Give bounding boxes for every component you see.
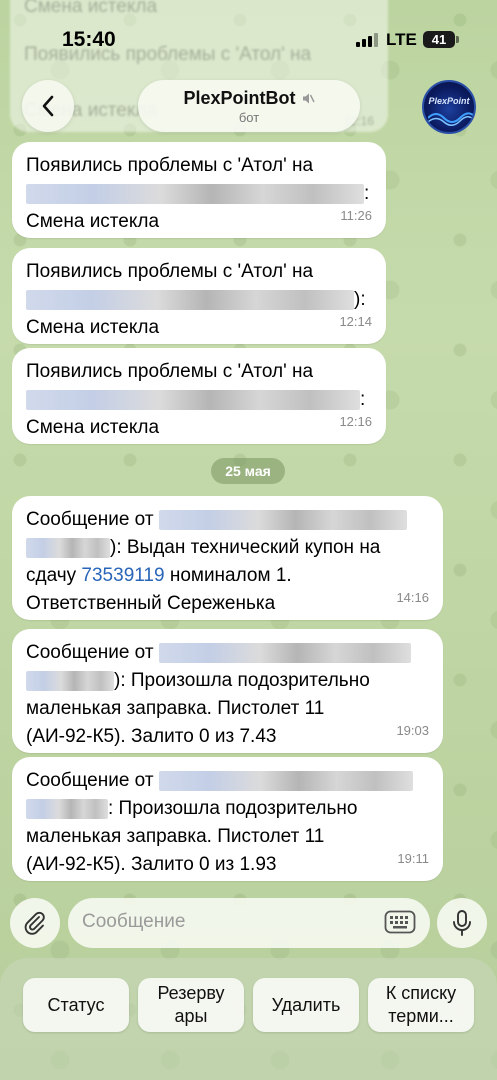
coupon-link[interactable]: 73539119	[81, 565, 164, 586]
battery-icon: 41	[423, 31, 455, 48]
message-time: 19:03	[396, 723, 429, 738]
bot-keyboard-icon[interactable]	[384, 910, 416, 934]
back-button[interactable]	[22, 80, 74, 132]
redacted-text	[26, 289, 354, 310]
message-bubble[interactable]: Появились проблемы с 'Атол' на : Смена и…	[12, 348, 386, 444]
message-time: 11:26	[340, 208, 372, 223]
message-bubble[interactable]: Появились проблемы с 'Атол' на : Смена и…	[12, 142, 386, 238]
redacted-text	[26, 537, 110, 558]
chevron-left-icon	[42, 95, 54, 117]
message-time: 12:16	[339, 414, 372, 429]
status-bar: 15:40 LTE 41	[0, 0, 497, 60]
message-bubble[interactable]: Сообщение от ): Произошла подозрительно …	[12, 629, 443, 753]
message-bubble[interactable]: Появились проблемы с 'Атол' на ): Смена …	[12, 248, 386, 344]
message-bubble[interactable]: Сообщение от : Произошла подозрительно м…	[12, 757, 443, 881]
message-time: 14:16	[396, 590, 429, 605]
kb-button-status[interactable]: Статус	[23, 978, 129, 1032]
kb-button-terminal-list[interactable]: К списку терми...	[368, 978, 474, 1032]
bot-reply-keyboard: Статус Резерву ары Удалить К списку терм…	[0, 958, 497, 1080]
kb-button-delete[interactable]: Удалить	[253, 978, 359, 1032]
redacted-text	[26, 389, 360, 410]
signal-icon	[356, 33, 378, 47]
chat-subtitle: бот	[238, 110, 260, 125]
redacted-text	[158, 642, 411, 663]
wave-logo-icon	[428, 112, 474, 126]
attach-button[interactable]	[10, 898, 60, 948]
bot-name: PlexPointBot	[183, 88, 296, 108]
network-type: LTE	[386, 30, 417, 49]
date-separator: 25 мая	[211, 458, 285, 484]
redacted-text	[158, 509, 407, 530]
kb-button-reserves[interactable]: Резерву ары	[138, 978, 244, 1032]
chat-title[interactable]: PlexPointBot бот	[138, 80, 360, 132]
status-time: 15:40	[62, 28, 116, 51]
redacted-text	[26, 670, 114, 691]
redacted-text	[26, 183, 364, 204]
message-time: 12:14	[339, 314, 372, 329]
redacted-text	[158, 770, 413, 791]
bot-avatar[interactable]: PlexPoint	[422, 80, 476, 134]
message-time: 19:11	[397, 851, 429, 866]
microphone-button[interactable]	[437, 898, 487, 948]
paperclip-icon	[24, 911, 45, 935]
battery-cap	[456, 36, 459, 43]
message-input-placeholder: Сообщение	[82, 911, 186, 932]
microphone-icon	[453, 910, 471, 936]
message-input[interactable]: Сообщение	[68, 898, 430, 948]
message-bubble[interactable]: Сообщение от ): Выдан технический купон …	[12, 496, 443, 620]
redacted-text	[26, 798, 108, 819]
muted-icon	[302, 93, 315, 104]
